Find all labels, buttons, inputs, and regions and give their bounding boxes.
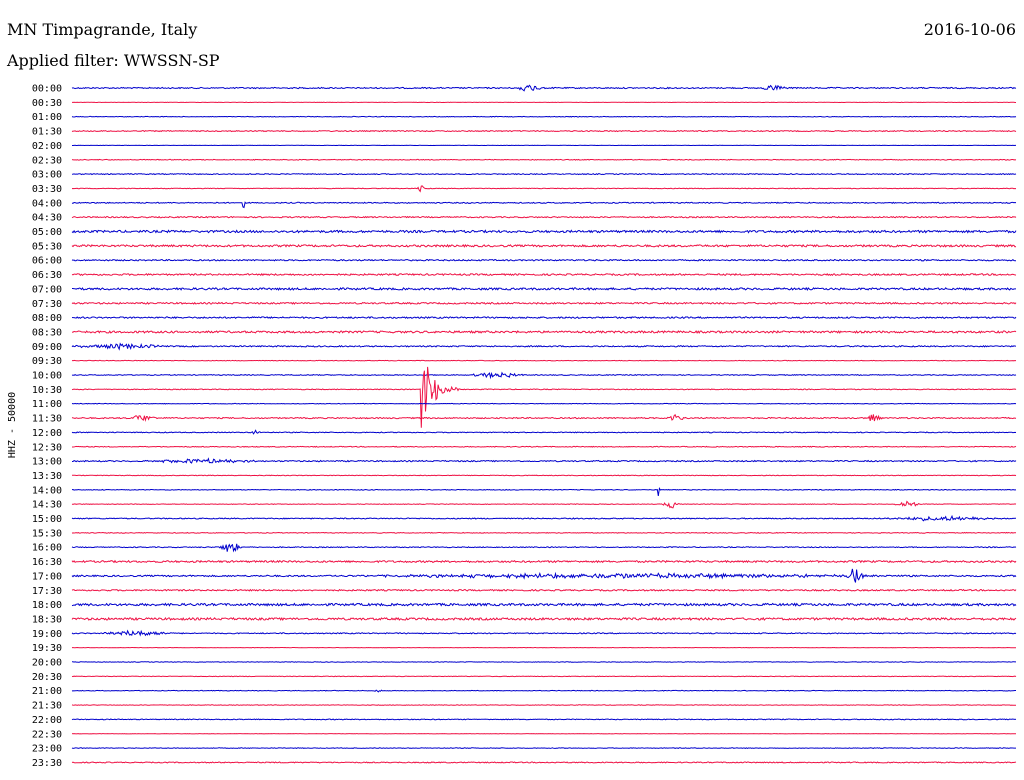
time-tick-label: 04:30 [32, 213, 62, 224]
time-tick-label: 15:30 [32, 528, 62, 539]
time-tick-label: 06:30 [32, 270, 62, 281]
time-tick-label: 14:00 [32, 485, 62, 496]
time-tick-label: 11:30 [32, 414, 62, 425]
time-tick-label: 08:30 [32, 327, 62, 338]
trace-row-1330 [72, 474, 1017, 477]
time-tick-label: 06:00 [32, 256, 62, 267]
time-tick-label: 12:00 [32, 428, 62, 439]
trace-row-0700 [72, 286, 1016, 291]
time-tick-label: 19:30 [32, 643, 62, 654]
trace-row-1700 [71, 568, 1017, 583]
time-tick-label: 21:00 [32, 686, 62, 697]
time-tick-label: 07:30 [32, 299, 62, 310]
trace-row-0500 [71, 229, 1017, 234]
trace-row-2200 [71, 718, 1017, 721]
trace-row-1400 [71, 486, 1017, 496]
trace-row-1500 [71, 514, 1017, 522]
trace-row-0230 [71, 158, 1017, 161]
time-tick-label: 18:30 [32, 614, 62, 625]
trace-row-0400 [71, 201, 1017, 209]
trace-row-1830 [71, 616, 1017, 622]
trace-row-0930 [71, 359, 1017, 362]
time-tick-label: 13:30 [32, 471, 62, 482]
trace-row-1300 [72, 457, 1017, 464]
time-tick-label: 09:30 [32, 356, 62, 367]
time-tick-label: 03:30 [32, 184, 62, 195]
time-tick-label: 19:00 [32, 629, 62, 640]
trace-row-0130 [71, 129, 1017, 133]
time-tick-label: 12:30 [32, 442, 62, 453]
time-tick-label: 20:30 [32, 672, 62, 683]
trace-row-0900 [71, 342, 1016, 351]
time-tick-label: 08:00 [32, 313, 62, 324]
trace-row-0430 [71, 215, 1017, 219]
time-tick-label: 07:00 [32, 284, 62, 295]
time-tick-label: 22:00 [32, 715, 62, 726]
time-tick-label: 09:00 [32, 342, 62, 353]
trace-row-0730 [71, 301, 1017, 305]
trace-row-0100 [71, 115, 1017, 118]
time-tick-label: 16:00 [32, 543, 62, 554]
seismogram-plot: 00:00 00:30 01:00 01:30 02:00 02:30 03:00 03:30… [7, 84, 1017, 769]
trace-row-1230 [72, 445, 1017, 448]
trace-row-2330 [71, 761, 1017, 764]
time-tick-label: 23:30 [32, 758, 62, 769]
time-tick-label: 16:30 [32, 557, 62, 568]
time-tick-label: 10:00 [32, 371, 62, 382]
time-tick-label: 18:00 [32, 600, 62, 611]
time-tick-label: 13:00 [32, 457, 62, 468]
time-tick-label: 22:30 [32, 729, 62, 740]
trace-row-0300 [71, 173, 1017, 176]
trace-row-1100 [71, 402, 1017, 405]
helicorder-page: MN Timpagrande, Italy Applied filter: WW… [0, 0, 1024, 780]
time-tick-label: 17:00 [32, 571, 62, 582]
trace-row-0000 [71, 84, 1017, 92]
trace-row-1000 [71, 371, 1017, 380]
trace-row-1900 [71, 629, 1017, 637]
time-tick-label: 21:30 [32, 701, 62, 712]
trace-row-0830 [71, 330, 1017, 334]
trace-row-1800 [71, 602, 1017, 607]
time-tick-label: 05:30 [32, 241, 62, 252]
trace-row-1530 [71, 531, 1017, 534]
time-tick-label: 15:00 [32, 514, 62, 525]
time-tick-label: 11:00 [32, 399, 62, 410]
trace-row-1200 [71, 429, 1017, 435]
time-tick-label: 23:00 [32, 744, 62, 755]
trace-row-2100 [71, 689, 1016, 693]
time-tick-label: 02:00 [32, 141, 62, 152]
trace-row-0530 [71, 243, 1017, 248]
trace-row-1630 [71, 559, 1017, 564]
time-tick-label: 17:30 [32, 586, 62, 597]
time-tick-label: 04:00 [32, 198, 62, 209]
time-tick-label: 02:30 [32, 155, 62, 166]
time-tick-label: 03:00 [32, 170, 62, 181]
time-tick-label: 05:00 [32, 227, 62, 238]
trace-row-0630 [71, 272, 1017, 277]
time-tick-label: 20:00 [32, 658, 62, 669]
trace-row-0800 [71, 316, 1017, 320]
trace-row-0600 [71, 258, 1016, 262]
time-tick-label: 01:00 [32, 112, 62, 123]
time-tick-label: 00:00 [32, 84, 62, 95]
trace-row-1600 [71, 543, 1017, 553]
time-tick-label: 14:30 [32, 500, 62, 511]
trace-row-1130 [71, 413, 1017, 422]
time-tick-label: 01:30 [32, 127, 62, 138]
time-tick-label: 00:30 [32, 98, 62, 109]
trace-row-1430 [71, 500, 1017, 509]
trace-row-2130 [71, 704, 1017, 706]
trace-row-0330 [71, 185, 1017, 193]
y-axis-label: HHZ - 50000 [7, 392, 18, 458]
trace-row-1730 [71, 588, 1017, 592]
time-tick-label: 10:30 [32, 385, 62, 396]
trace-row-2030 [71, 675, 1017, 678]
trace-row-2300 [71, 747, 1016, 749]
